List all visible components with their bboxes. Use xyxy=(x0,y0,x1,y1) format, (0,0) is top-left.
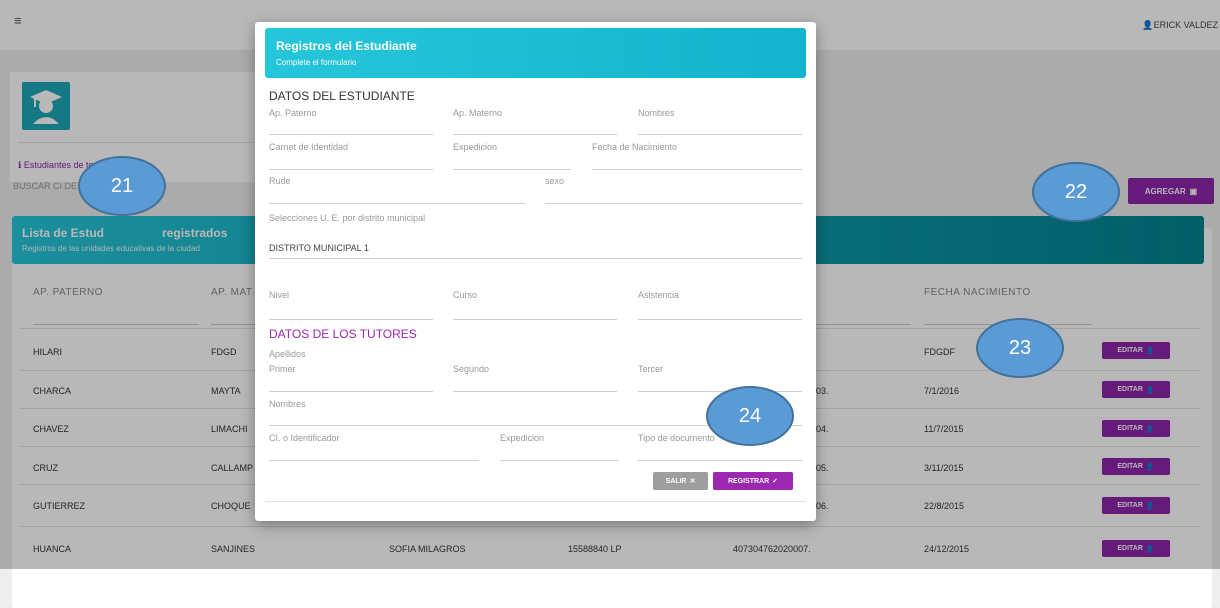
sexo-select[interactable] xyxy=(545,203,802,204)
salir-button[interactable]: SALIR ✕ xyxy=(653,472,708,490)
tipo-doc-label: Tipo de documento xyxy=(638,433,715,443)
modal-subtitle: Complete el formulario xyxy=(276,58,357,67)
ci-ident-label: CI. o Identificador xyxy=(269,433,340,443)
modal-title: Registros del Estudiante xyxy=(276,39,417,53)
primer-input[interactable] xyxy=(269,391,433,392)
tipo-doc-select[interactable] xyxy=(638,460,802,461)
ap-materno-input[interactable] xyxy=(453,134,617,135)
rude-input[interactable] xyxy=(269,203,525,204)
curso-label: Curso xyxy=(453,290,478,300)
check-icon: ✓ xyxy=(772,478,779,485)
curso-select[interactable] xyxy=(453,319,617,320)
callout-24: 24 xyxy=(706,386,794,446)
distrito-select[interactable]: DISTRITO MUNICIPAL 1 xyxy=(269,243,369,253)
ap-paterno-input[interactable] xyxy=(269,134,433,135)
tutor-nombres-label: Nombres xyxy=(269,399,306,409)
nivel-label: Nivel xyxy=(269,290,290,300)
close-icon: ✕ xyxy=(689,478,696,485)
ap-paterno-label: Ap. Paterno xyxy=(269,108,317,118)
expedicion-input[interactable] xyxy=(453,169,571,170)
rude-label: Rude xyxy=(269,176,291,186)
student-registration-modal: Registros del Estudiante Complete el for… xyxy=(255,22,816,521)
tutor-expedicion-input[interactable] xyxy=(500,460,618,461)
callout-21: 21 xyxy=(78,156,166,216)
distrito-select-line xyxy=(269,258,802,259)
modal-header: Registros del Estudiante Complete el for… xyxy=(265,28,806,78)
expedicion-label: Expedicion xyxy=(453,142,498,152)
segundo-input[interactable] xyxy=(453,391,617,392)
distrito-select-label: Selecciones U. E. por distrito municipal xyxy=(269,213,426,223)
ci-ident-input[interactable] xyxy=(269,460,479,461)
ap-materno-label: Ap. Materno xyxy=(453,108,503,118)
segundo-label: Segundo xyxy=(453,364,490,374)
asistencia-select[interactable] xyxy=(638,319,802,320)
carnet-input[interactable] xyxy=(269,169,433,170)
nombres-label: Nombres xyxy=(638,108,675,118)
asistencia-label: Asistencia xyxy=(638,290,680,300)
apellidos-label: Apellidos xyxy=(269,349,306,359)
sexo-label: sexo xyxy=(545,176,565,186)
tutor-section-title: DATOS DE LOS TUTORES xyxy=(269,327,417,341)
fecha-nac-label: Fecha de Nacimiento xyxy=(592,142,678,152)
callout-22: 22 xyxy=(1032,162,1120,222)
nivel-select[interactable] xyxy=(269,319,433,320)
tutor-expedicion-label: Expedicion xyxy=(500,433,545,443)
tercer-label: Tercer xyxy=(638,364,664,374)
primer-label: Primer xyxy=(269,364,296,374)
carnet-label: Carnet de Identidad xyxy=(269,142,349,152)
fecha-nac-input[interactable] xyxy=(592,169,802,170)
student-section-title: DATOS DEL ESTUDIANTE xyxy=(269,89,415,103)
registrar-button[interactable]: REGISTRAR ✓ xyxy=(713,472,793,490)
modal-footer-divider xyxy=(265,501,806,502)
nombres-input[interactable] xyxy=(638,134,802,135)
callout-23: 23 xyxy=(976,318,1064,378)
